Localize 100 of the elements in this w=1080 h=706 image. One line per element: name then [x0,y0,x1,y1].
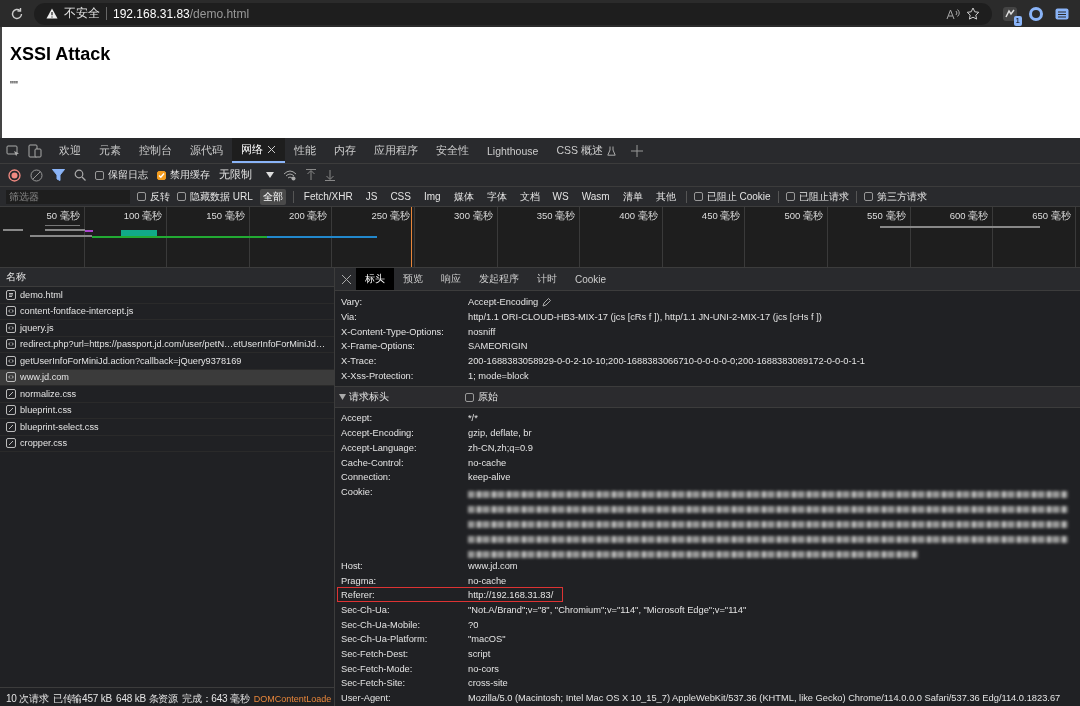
close-icon[interactable] [341,273,352,285]
request-name: getUserInfoForMiniJd.action?callback=jQuery9378169 [20,355,242,366]
panel-tab[interactable]: Lighthouse [478,138,548,163]
upload-icon[interactable] [306,169,316,181]
status-text: 10 次请求 [6,691,49,706]
read-aloud-icon[interactable] [946,7,960,20]
panel-tab[interactable]: CSS 概述 [547,138,625,163]
section-title[interactable]: 请求标头 [349,390,389,405]
header-name: Sec-Ch-Ua: [341,604,391,615]
header-name: User-Agent: [341,693,392,704]
type-filter[interactable]: WS [549,190,572,203]
panel-tab[interactable]: 欢迎 [50,138,90,163]
checkbox[interactable] [863,192,873,201]
ring-icon[interactable] [1028,5,1044,22]
time-tick: 250 毫秒 [371,210,410,223]
request-name: jquery.js [20,322,54,333]
checkbox[interactable] [95,170,104,180]
request-name: redirect.php?url=https://passport.jd.com/user/petN…etUserInfoForMiniJd… [20,339,326,350]
type-filter[interactable]: Fetch/XHR [300,190,356,203]
request-row[interactable]: blueprint-select.css [0,419,334,436]
type-filter[interactable]: Wasm [578,190,613,203]
checkbox[interactable] [177,192,186,201]
close-icon[interactable] [267,145,276,154]
star-icon[interactable] [966,6,980,21]
throttling-dropdown[interactable]: 无限制 [219,168,274,182]
type-filter[interactable]: 字体 [483,188,510,205]
script-icon [6,322,16,333]
page-heading: XSSI Attack [10,43,112,65]
checkbox[interactable] [137,192,146,201]
type-filter[interactable]: CSS [387,190,414,203]
header-value: script [468,649,491,660]
load-marker [411,207,412,267]
detail-tab[interactable]: 预览 [394,268,432,290]
timeline-overview[interactable]: 50 毫秒 100 毫秒 150 毫秒 200 毫秒 250 毫秒 300 毫秒 350 毫秒 400 毫秒 450 毫秒 500 毫秒 550 毫秒 600 毫秒 650 毫秒 [0,207,1080,268]
checkbox[interactable] [785,192,795,201]
download-icon[interactable] [325,169,335,181]
detail-tab[interactable]: 标头 [356,268,394,290]
pencil-icon[interactable] [542,297,552,307]
request-row[interactable]: getUserInfoForMiniJd.action?callback=jQuery9378169 [0,353,334,370]
filter-field[interactable]: 筛选器 [6,189,130,204]
header-value: gzip, deflate, br [468,428,532,439]
header-name: Accept-Language: [341,442,418,453]
time-tick: 100 毫秒 [123,210,163,223]
checkbox[interactable] [465,392,474,402]
request-name: www.jd.com [20,372,69,383]
panel-tab[interactable]: 网络 [232,138,285,163]
column-header[interactable]: 名称 [0,268,334,287]
type-filter[interactable]: 媒体 [450,188,477,205]
panel-tab[interactable]: 安全性 [427,138,478,163]
detail-tab[interactable]: 计时 [528,268,566,290]
panel-tab[interactable]: 元素 [90,138,130,163]
script-icon [6,372,16,383]
filter-icon[interactable] [52,169,65,181]
add-icon[interactable] [630,144,643,157]
header-name: Sec-Fetch-Mode: [341,663,414,674]
type-filter[interactable]: 文档 [516,188,543,205]
panel-tab[interactable]: 控制台 [130,138,181,163]
network-conditions-icon[interactable] [283,169,297,181]
detail-tab[interactable]: Cookie [566,268,616,290]
type-filter[interactable]: 清单 [619,188,646,205]
clear-icon[interactable] [30,168,43,182]
page-text: "" [10,79,19,91]
checkbox[interactable] [693,192,703,201]
panel-tab[interactable]: 内存 [325,138,365,163]
request-row[interactable]: cropper.css [0,435,334,452]
time-tick: 600 毫秒 [949,210,989,223]
request-row[interactable]: blueprint.css [0,402,334,419]
checkbox[interactable] [157,170,166,180]
header-value: no-cache [468,457,507,468]
header-name: X-Xss-Protection: [341,370,415,381]
address-bar[interactable]: 不安全 192.168.31.83/demo.html [34,2,992,25]
request-row[interactable]: jquery.js [0,320,334,337]
flask-icon [606,145,616,156]
extension-icon[interactable] [1002,5,1018,22]
inspect-icon[interactable] [6,143,20,158]
time-tick: 550 毫秒 [867,210,906,223]
type-filter[interactable]: JS [362,190,381,203]
type-filter[interactable]: Img [420,190,444,203]
detail-tab[interactable]: 响应 [432,268,470,290]
request-row[interactable]: redirect.php?url=https://passport.jd.com/user/petN…etUserInfoForMiniJd… [0,336,334,353]
detail-tab[interactable]: 发起程序 [470,268,528,290]
type-filter[interactable]: 全部 [259,188,286,205]
request-row[interactable]: normalize.css [0,386,334,403]
request-row[interactable]: content-fontface-intercept.js [0,303,334,320]
status-text: DOMContentLoade [253,693,332,704]
type-filter[interactable]: 其他 [652,188,679,205]
request-row[interactable]: demo.html [0,287,334,304]
reload-icon[interactable] [10,6,24,21]
search-icon[interactable] [74,169,86,181]
expanded-triangle-icon[interactable] [339,394,346,401]
panel-tab[interactable]: 性能 [285,138,325,163]
checkbox-label: 已阻止 Cookie [706,189,771,204]
header-value: "macOS" [468,634,506,645]
record-icon[interactable] [8,168,21,182]
panel-tab[interactable]: 源代码 [181,138,232,163]
header-name: Cache-Control: [341,457,405,468]
header-name: Pragma: [341,575,378,586]
header-name: Sec-Fetch-Dest: [341,649,410,660]
device-icon[interactable] [28,143,42,158]
panel-tab[interactable]: 应用程序 [365,138,427,163]
